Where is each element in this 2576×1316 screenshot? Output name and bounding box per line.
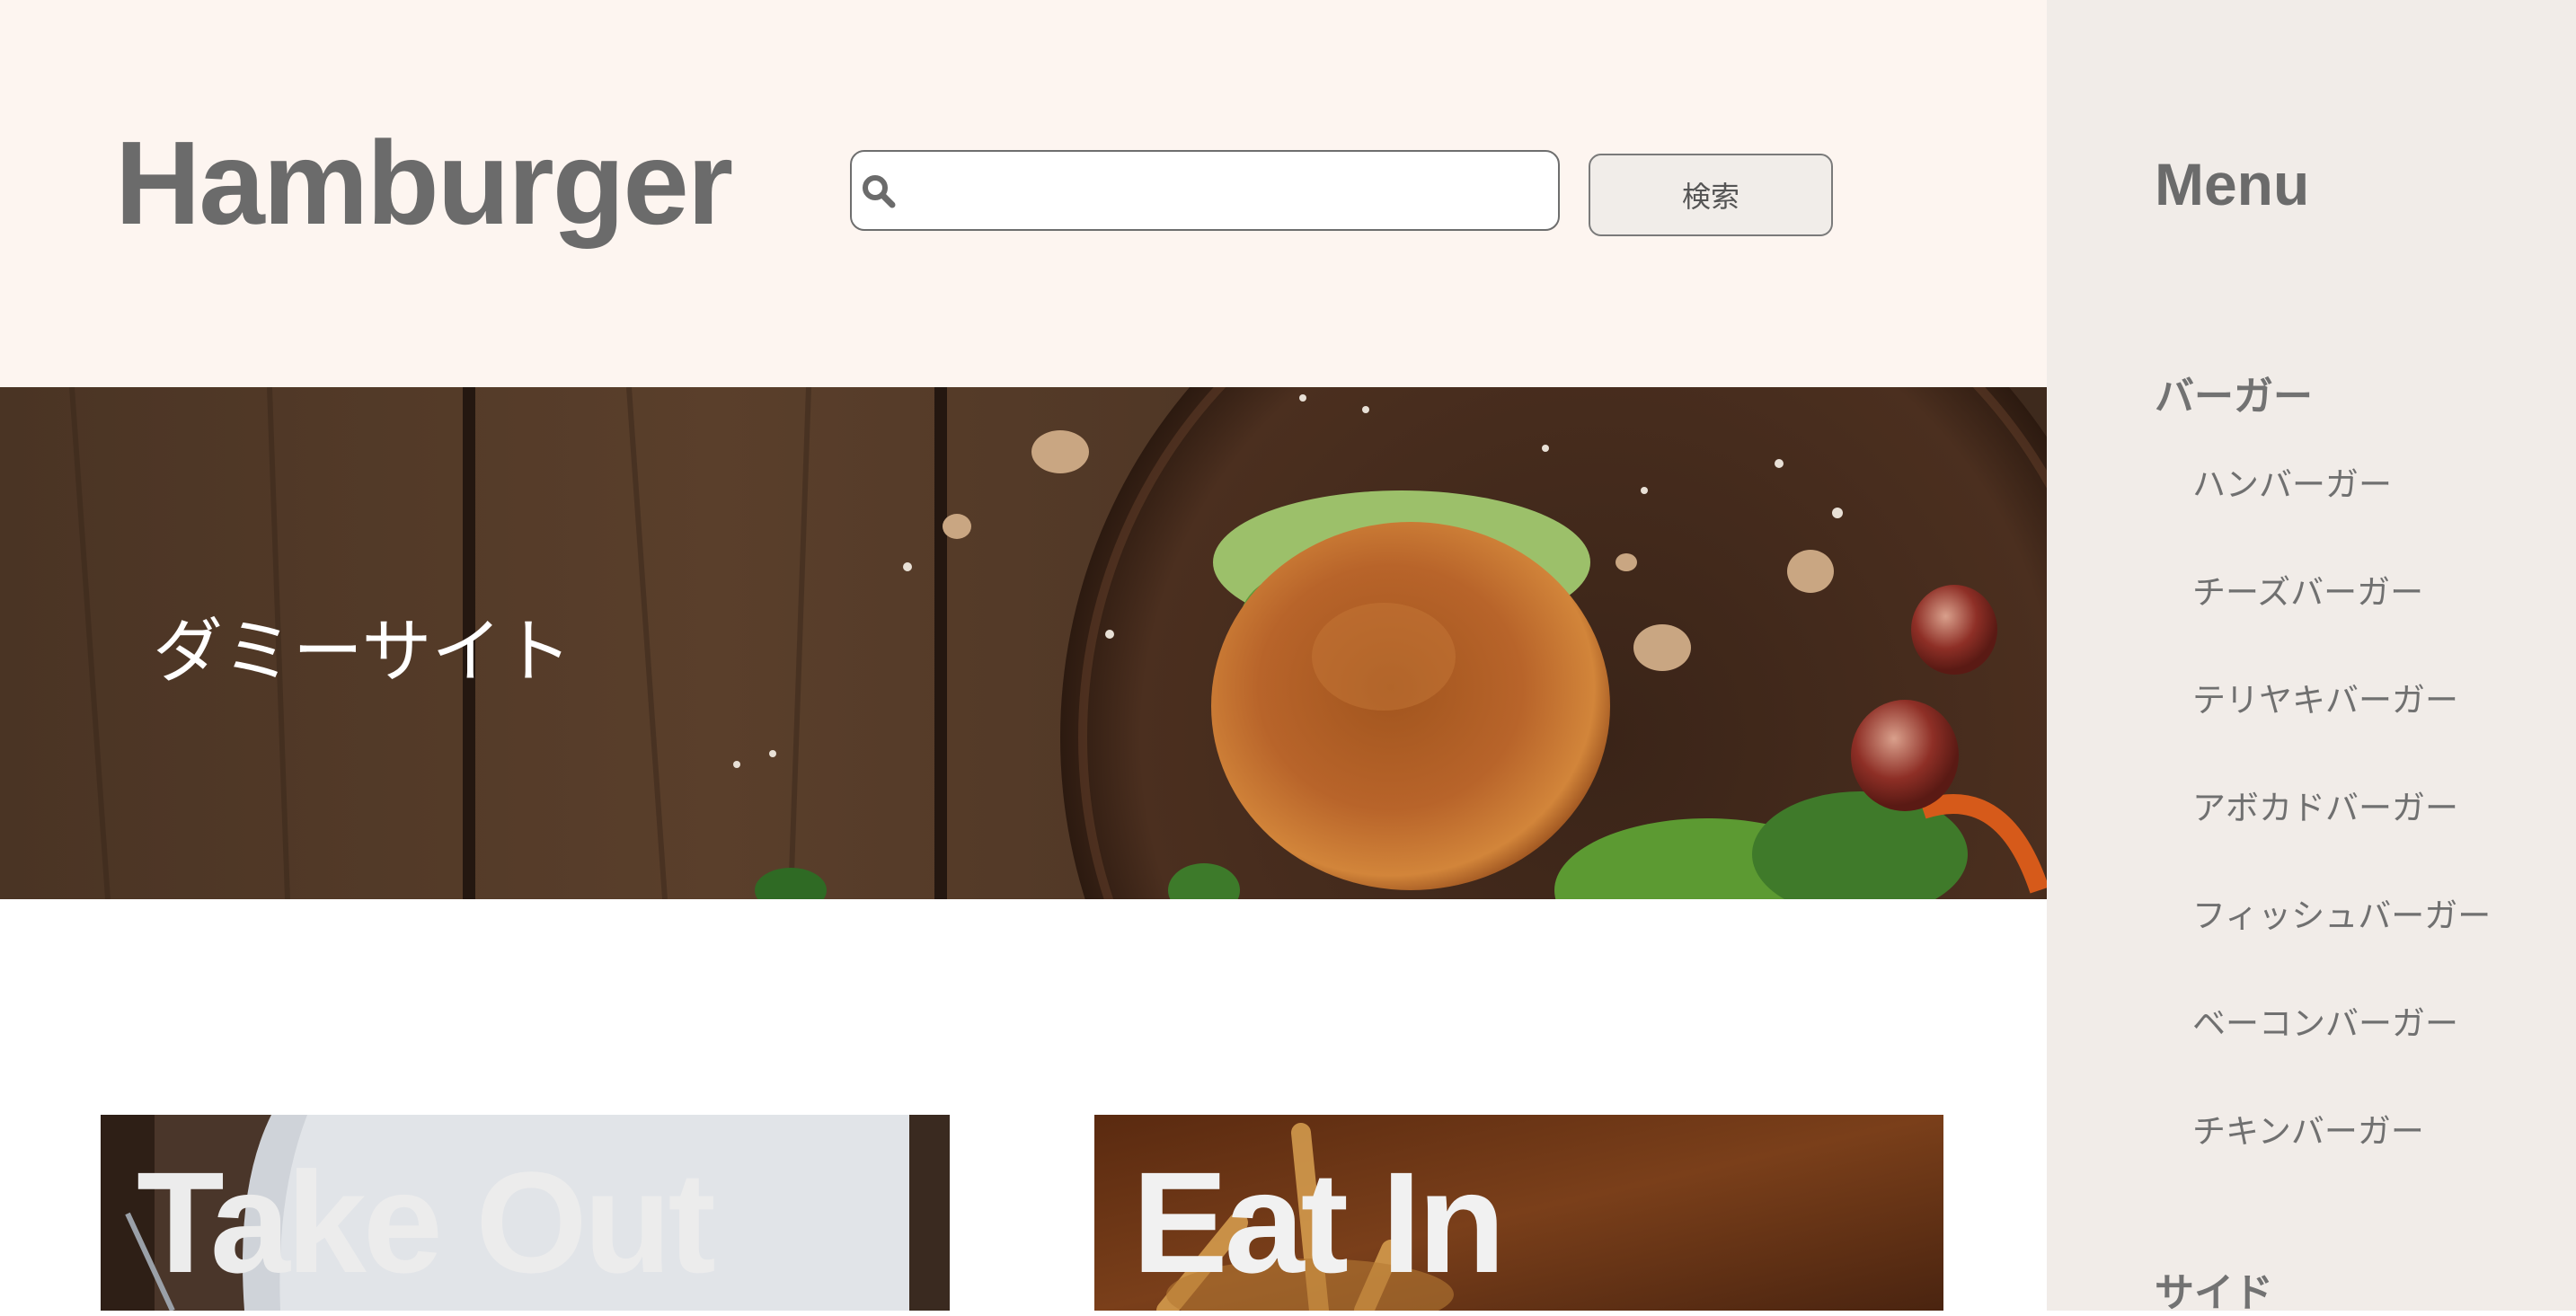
search-box[interactable]	[850, 150, 1560, 231]
hero-banner: ダミーサイト	[0, 387, 2047, 899]
menu-item-chicken-burger[interactable]: チキンバーガー	[2192, 1115, 2424, 1148]
card-eat-in[interactable]: Eat In	[1094, 1115, 1943, 1311]
search-button[interactable]: 検索	[1589, 154, 1833, 236]
menu-item-teriyaki-burger[interactable]: テリヤキバーガー	[2192, 684, 2458, 717]
card-title-eat-in: Eat In	[1132, 1142, 1506, 1303]
card-title-take-out: Take Out	[137, 1142, 716, 1303]
menu-item-cheeseburger[interactable]: チーズバーガー	[2192, 576, 2423, 609]
search-icon	[863, 175, 896, 208]
menu-item-bacon-burger[interactable]: ベーコンバーガー	[2192, 1007, 2458, 1040]
menu-category-burger[interactable]: バーガー	[2155, 377, 2313, 417]
hero-caption: ダミーサイト	[153, 612, 572, 693]
menu-item-avocado-burger[interactable]: アボカドバーガー	[2192, 791, 2458, 825]
menu-category-side[interactable]: サイド	[2155, 1274, 2273, 1313]
menu-item-fish-burger[interactable]: フィッシュバーガー	[2192, 899, 2491, 932]
search-input[interactable]	[907, 155, 1549, 227]
menu-item-hamburger[interactable]: ハンバーガー	[2192, 468, 2392, 501]
sidebar-menu: Menu バーガー ハンバーガー チーズバーガー テリヤキバーガー アボカドバー…	[2047, 0, 2576, 1313]
card-take-out[interactable]: Take Out	[101, 1115, 950, 1311]
menu-heading: Menu	[2155, 151, 2310, 217]
site-header: Hamburger 検索	[0, 0, 2047, 387]
site-title[interactable]: Hamburger	[115, 124, 733, 243]
